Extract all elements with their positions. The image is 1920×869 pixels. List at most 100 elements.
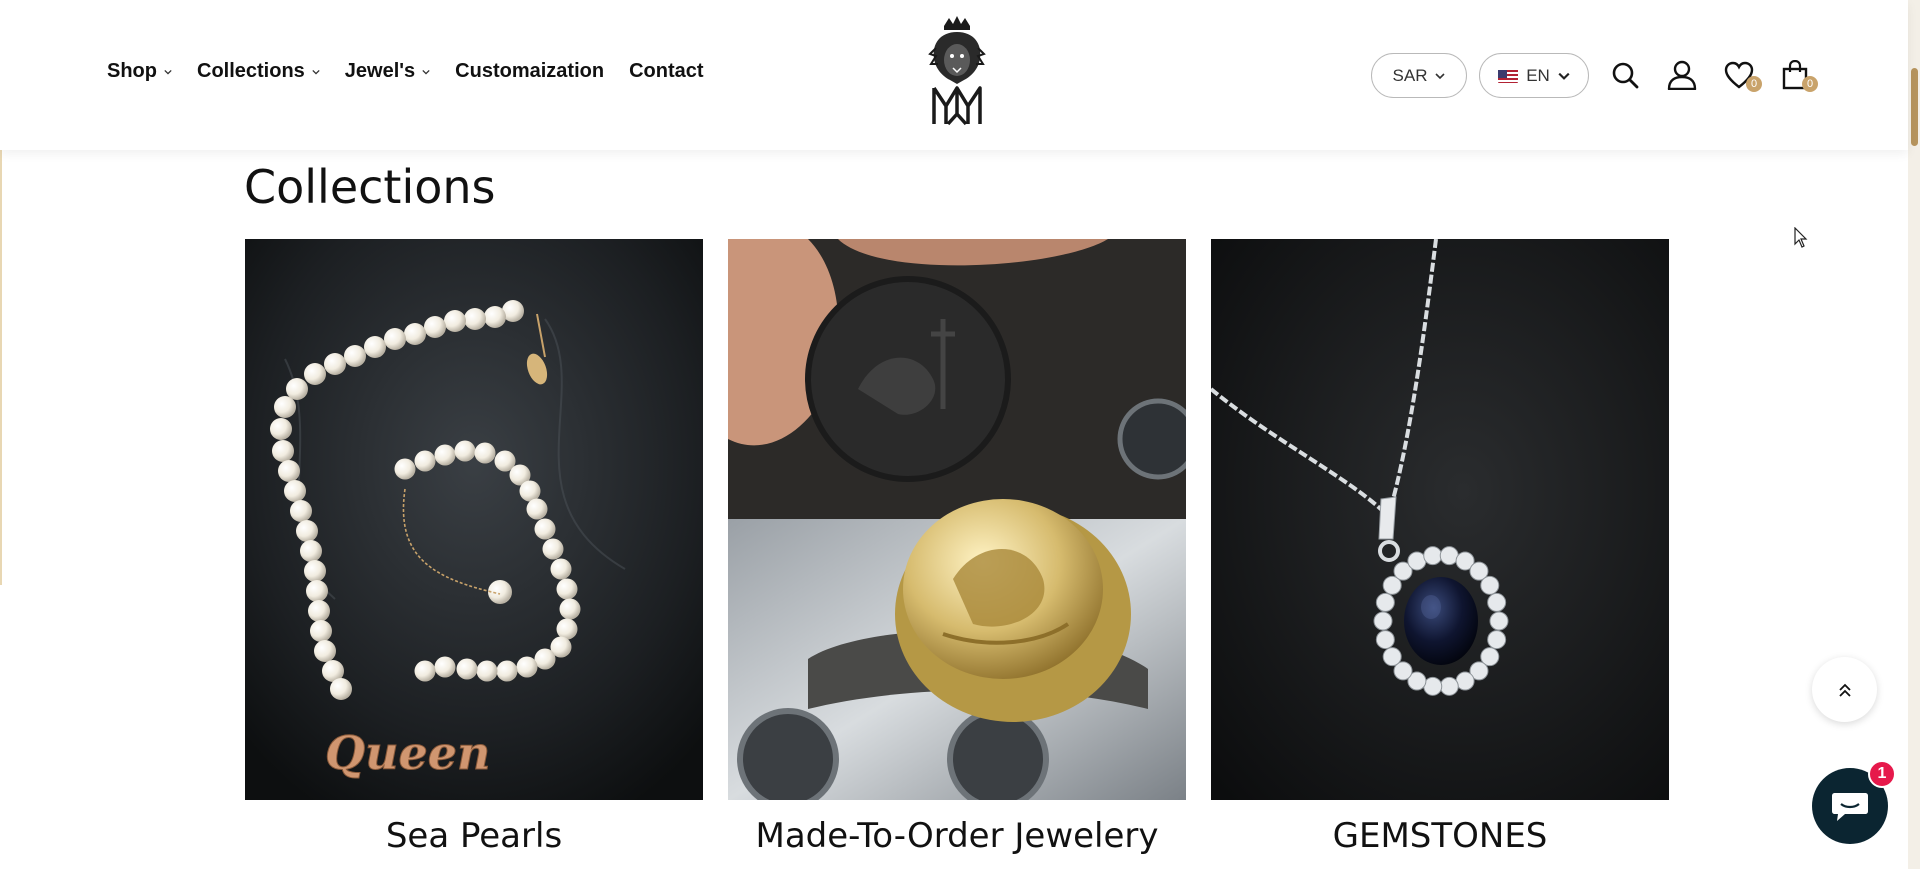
pearl: [434, 656, 456, 678]
pearl: [330, 678, 352, 700]
collection-title[interactable]: Sea Pearls: [245, 816, 703, 856]
main-nav: Shop Collections Jewel's Customaization …: [107, 60, 704, 83]
nav-item-contact[interactable]: Contact: [629, 60, 703, 83]
chevron-down-icon: [164, 69, 172, 75]
pearl: [344, 345, 366, 367]
pearl: [270, 418, 292, 440]
pearl: [496, 660, 518, 682]
pearl: [434, 444, 456, 466]
cart-button[interactable]: 0: [1778, 58, 1818, 92]
pearl: [556, 618, 578, 640]
wishlist-count-badge: 0: [1746, 76, 1762, 92]
cart-count-badge: 0: [1802, 76, 1818, 92]
search-button[interactable]: [1608, 58, 1642, 92]
collection-title[interactable]: Made-To-Order Jewelery: [728, 816, 1186, 856]
lion-logo-icon[interactable]: [922, 14, 992, 132]
pearl-necklace-image[interactable]: Queen: [245, 239, 703, 800]
pearl: [296, 520, 318, 542]
pearl: [414, 450, 436, 472]
nav-item-jewels[interactable]: Jewel's: [345, 60, 430, 83]
pearl: [290, 500, 312, 522]
currency-selector[interactable]: SAR: [1371, 53, 1467, 98]
currency-label: SAR: [1392, 65, 1428, 85]
pearl: [404, 323, 426, 345]
halo-diamond: [1455, 671, 1475, 691]
halo-diamond: [1423, 546, 1443, 566]
halo-diamond: [1487, 592, 1507, 612]
pearl: [414, 660, 436, 682]
page-title: Collections: [244, 160, 496, 214]
collection-card-gemstones[interactable]: GEMSTONES: [1211, 239, 1669, 856]
pearl: [542, 538, 564, 560]
nav-item-collections[interactable]: Collections: [197, 60, 320, 83]
wishlist-button[interactable]: 0: [1722, 58, 1762, 92]
pearl: [454, 440, 476, 462]
pearl: [516, 656, 538, 678]
account-icon: [1667, 60, 1697, 90]
chevron-down-icon: [1558, 72, 1570, 80]
nav-item-label: Shop: [107, 60, 157, 82]
chevron-down-icon: [312, 69, 320, 75]
pearl: [444, 310, 466, 332]
chat-unread-badge: 1: [1868, 760, 1896, 788]
pearl: [308, 600, 330, 622]
double-chevron-up-icon: [1838, 683, 1851, 697]
pearl: [324, 353, 346, 375]
halo-diamond: [1375, 630, 1395, 650]
pearl: [559, 598, 581, 620]
mouse-cursor-icon: [1794, 227, 1808, 248]
chevron-down-icon: [422, 69, 430, 75]
nav-item-shop[interactable]: Shop: [107, 60, 172, 83]
pearl: [384, 328, 406, 350]
pearl: [394, 458, 416, 480]
pearl: [464, 308, 486, 330]
us-flag-icon: [1498, 69, 1519, 83]
nav-item-label: Collections: [197, 60, 305, 82]
chat-button[interactable]: 1: [1812, 760, 1896, 844]
signet-ring-image[interactable]: [728, 239, 1186, 800]
pearl: [314, 640, 336, 662]
search-icon: [1612, 62, 1639, 89]
halo-diamond: [1480, 575, 1500, 595]
scrollbar-thumb[interactable]: [1911, 68, 1918, 146]
pearl: [456, 658, 478, 680]
halo-diamond: [1439, 676, 1459, 696]
collection-card-made-to-order[interactable]: Made-To-Order Jewelery: [728, 239, 1186, 856]
pearl: [424, 316, 446, 338]
pearl: [274, 396, 296, 418]
halo-diamond: [1489, 611, 1509, 631]
scroll-to-top-button[interactable]: [1812, 657, 1877, 722]
pearl: [300, 540, 322, 562]
pearl: [534, 648, 556, 670]
pearl: [284, 480, 306, 502]
pearl: [474, 442, 496, 464]
collection-title[interactable]: GEMSTONES: [1211, 816, 1669, 856]
pearl: [488, 580, 512, 604]
pearl: [272, 440, 294, 462]
page-scrollbar[interactable]: [1908, 0, 1920, 869]
nav-item-label: Jewel's: [344, 60, 416, 82]
nav-item-customization[interactable]: Customaization: [455, 60, 604, 83]
chevron-down-icon: [1435, 72, 1446, 79]
halo-diamond: [1373, 611, 1393, 631]
sapphire-pendant-image[interactable]: [1211, 239, 1669, 800]
language-selector[interactable]: EN: [1479, 53, 1589, 98]
pearl: [286, 378, 308, 400]
halo-diamond: [1423, 676, 1443, 696]
pearl: [476, 660, 498, 682]
halo-diamond: [1487, 630, 1507, 650]
pearl: [310, 620, 332, 642]
nav-item-label: Contact: [629, 60, 704, 82]
collection-card-sea-pearls[interactable]: Queen Sea Pearls: [245, 239, 703, 856]
pearl: [550, 558, 572, 580]
nav-item-label: Customaization: [455, 60, 605, 82]
pearl: [304, 560, 326, 582]
site-header: Shop Collections Jewel's Customaization …: [0, 0, 1908, 150]
halo-diamond: [1407, 551, 1427, 571]
svg-text:Queen: Queen: [325, 726, 491, 780]
halo-diamond: [1439, 546, 1459, 566]
account-button[interactable]: [1665, 58, 1699, 92]
pearl: [484, 306, 506, 328]
pearl: [534, 518, 556, 540]
pearl: [556, 578, 578, 600]
